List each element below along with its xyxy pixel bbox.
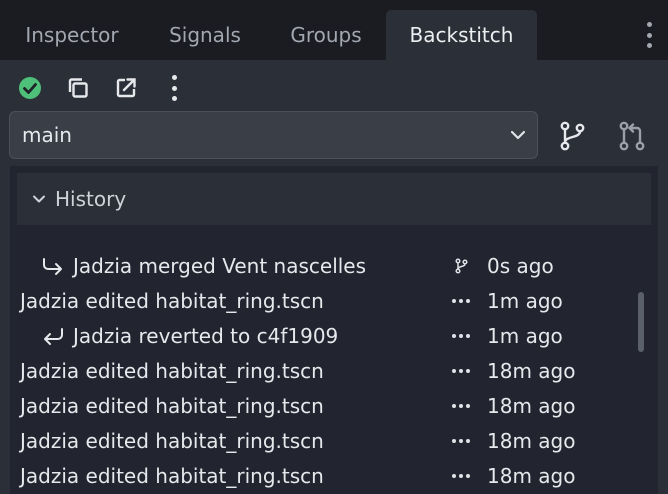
chevron-down-icon — [31, 191, 47, 207]
history-message: Jadzia reverted to c4f1909 — [73, 323, 339, 348]
vertical-dots-icon[interactable] — [171, 75, 177, 101]
dock-tab-bar: Inspector Signals Groups Backstitch — [0, 0, 668, 60]
copy-icon[interactable] — [66, 76, 90, 100]
check-circle-icon[interactable] — [18, 76, 42, 100]
tab-signals[interactable]: Signals — [144, 10, 266, 60]
branch-dropdown[interactable]: main — [9, 111, 538, 159]
history-row[interactable]: Jadzia edited habitat_ring.tscn 18m ago — [0, 388, 640, 423]
history-row[interactable]: Jadzia edited habitat_ring.tscn 18m ago — [0, 423, 640, 458]
history-header[interactable]: History — [17, 173, 651, 225]
tab-backstitch[interactable]: Backstitch — [386, 10, 537, 60]
git-pull-request-icon[interactable] — [616, 120, 648, 152]
merge-arrow-icon — [41, 256, 65, 276]
backstitch-panel: main History Jadzia merged Vent nascelle… — [0, 60, 668, 494]
history-title: History — [55, 187, 127, 211]
ellipsis-icon[interactable] — [451, 333, 471, 338]
history-message: Jadzia edited habitat_ring.tscn — [20, 288, 324, 313]
history-time: 18m ago — [487, 463, 576, 488]
external-link-icon[interactable] — [114, 76, 138, 100]
history-section: History Jadzia merged Vent nascelles 0s … — [10, 166, 658, 494]
history-scrollbar[interactable] — [638, 292, 644, 352]
history-row[interactable]: Jadzia merged Vent nascelles 0s ago — [10, 248, 640, 283]
history-time: 18m ago — [487, 358, 576, 383]
ellipsis-icon[interactable] — [451, 368, 471, 373]
history-message: Jadzia edited habitat_ring.tscn — [20, 393, 324, 418]
history-time: 1m ago — [487, 288, 563, 313]
history-time: 18m ago — [487, 393, 576, 418]
history-message: Jadzia merged Vent nascelles — [73, 253, 367, 278]
tab-menu-icon[interactable] — [646, 22, 652, 48]
history-message: Jadzia edited habitat_ring.tscn — [20, 463, 324, 488]
history-time: 0s ago — [487, 253, 554, 278]
tab-groups[interactable]: Groups — [266, 10, 386, 60]
history-row[interactable]: Jadzia edited habitat_ring.tscn 18m ago — [0, 353, 640, 388]
history-row[interactable]: Jadzia edited habitat_ring.tscn 18m ago — [0, 458, 640, 493]
history-list: Jadzia merged Vent nascelles 0s ago Jadz… — [10, 248, 640, 493]
revert-arrow-icon — [41, 326, 65, 346]
history-row[interactable]: Jadzia edited habitat_ring.tscn 1m ago — [0, 283, 640, 318]
history-time: 1m ago — [487, 323, 563, 348]
tab-inspector[interactable]: Inspector — [8, 10, 136, 60]
branch-dropdown-value: main — [22, 123, 72, 147]
history-message: Jadzia edited habitat_ring.tscn — [20, 358, 324, 383]
history-message: Jadzia edited habitat_ring.tscn — [20, 428, 324, 453]
chevron-down-icon — [509, 126, 527, 148]
ellipsis-icon[interactable] — [451, 438, 471, 443]
ellipsis-icon[interactable] — [451, 473, 471, 478]
history-row[interactable]: Jadzia reverted to c4f1909 1m ago — [10, 318, 640, 353]
history-time: 18m ago — [487, 428, 576, 453]
ellipsis-icon[interactable] — [451, 403, 471, 408]
git-branch-icon[interactable] — [451, 257, 471, 274]
git-branch-icon[interactable] — [556, 120, 588, 152]
ellipsis-icon[interactable] — [451, 298, 471, 303]
